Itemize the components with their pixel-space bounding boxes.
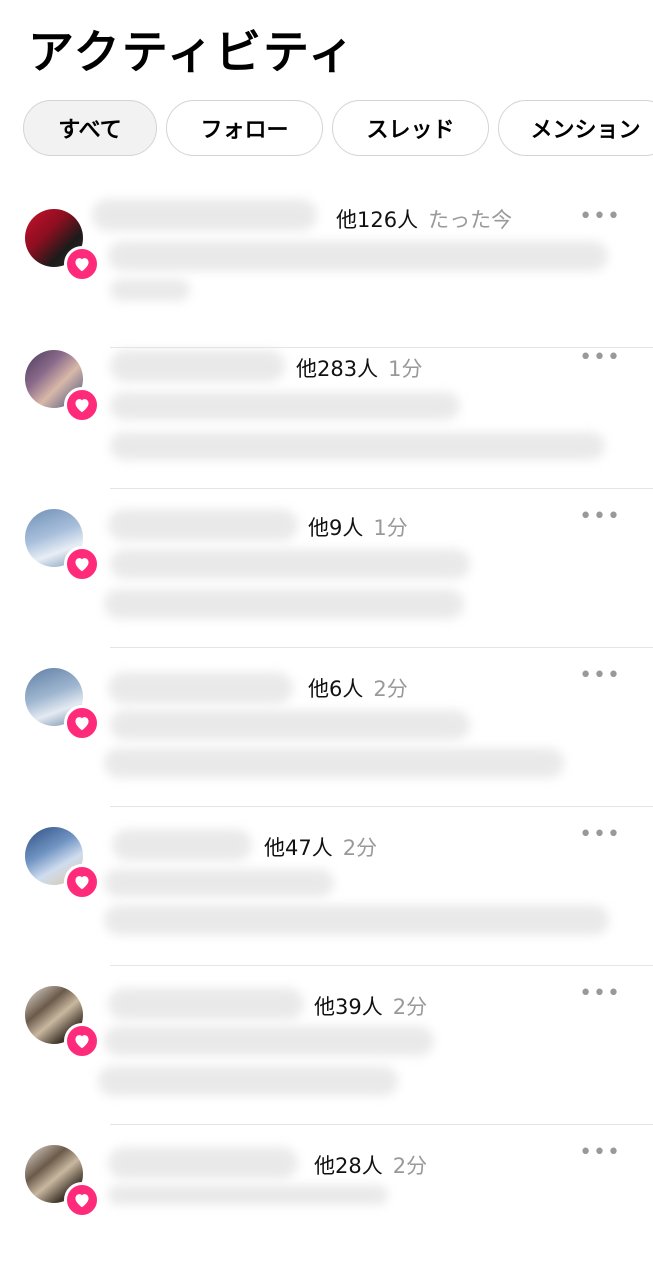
redacted-text xyxy=(110,279,190,301)
page-title: アクティビティ xyxy=(28,25,357,79)
heart-icon xyxy=(75,717,89,731)
others-count: 他283人 xyxy=(296,357,379,381)
tab-threads[interactable]: スレッド xyxy=(332,100,489,156)
others-count: 他9人 xyxy=(308,516,364,540)
timestamp: たった今 xyxy=(428,208,513,232)
redacted-username xyxy=(92,199,317,231)
activity-meta: 他283人 1分 xyxy=(296,352,422,384)
activity-item[interactable]: 他47人 2分 ••• xyxy=(0,807,653,966)
more-options-icon[interactable]: ••• xyxy=(579,665,621,687)
redacted-username xyxy=(108,988,304,1020)
timestamp: 2分 xyxy=(342,836,378,860)
redacted-text xyxy=(104,748,564,778)
more-options-icon[interactable]: ••• xyxy=(579,983,621,1005)
others-count: 他126人 xyxy=(336,208,419,232)
others-count: 他6人 xyxy=(308,677,364,701)
redacted-text xyxy=(104,869,334,897)
activity-meta: 他39人 2分 xyxy=(314,990,427,1022)
redacted-text xyxy=(110,392,460,420)
filter-tabs: すべて フォロー スレッド メンション xyxy=(0,100,653,158)
activity-item[interactable]: 他6人 2分 ••• xyxy=(0,648,653,807)
more-options-icon[interactable]: ••• xyxy=(579,506,621,528)
redacted-username xyxy=(108,509,298,541)
redacted-text xyxy=(98,1066,398,1096)
timestamp: 1分 xyxy=(373,516,408,540)
heart-icon xyxy=(75,399,89,413)
timestamp: 2分 xyxy=(392,995,428,1019)
heart-icon xyxy=(75,876,89,890)
heart-badge xyxy=(64,1023,100,1059)
heart-badge xyxy=(64,705,100,741)
others-count: 他39人 xyxy=(314,995,383,1019)
redacted-username xyxy=(110,350,285,382)
activity-meta: 他28人 2分 xyxy=(314,1149,427,1181)
heart-icon xyxy=(75,558,89,572)
redacted-text xyxy=(110,432,605,460)
redacted-text xyxy=(110,710,470,740)
activity-meta: 他126人 たった今 xyxy=(336,203,512,235)
timestamp: 2分 xyxy=(392,1154,428,1178)
heart-badge xyxy=(64,1182,100,1218)
redacted-text xyxy=(108,1185,388,1205)
heart-badge xyxy=(64,387,100,423)
more-options-icon[interactable]: ••• xyxy=(579,347,621,369)
tab-all[interactable]: すべて xyxy=(23,100,157,156)
redacted-text xyxy=(104,589,464,619)
redacted-username xyxy=(108,1147,298,1179)
redacted-text xyxy=(108,241,608,271)
heart-badge xyxy=(64,546,100,582)
activity-item[interactable]: 他39人 2分 ••• xyxy=(0,966,653,1125)
activity-item[interactable]: 他283人 1分 ••• xyxy=(0,330,653,489)
activity-meta: 他9人 1分 xyxy=(308,511,408,543)
heart-icon xyxy=(75,1194,89,1208)
redacted-username xyxy=(108,672,293,704)
more-options-icon[interactable]: ••• xyxy=(579,824,621,846)
heart-icon xyxy=(75,258,89,272)
redacted-text xyxy=(104,1026,434,1056)
activity-item[interactable]: 他126人 たった今 ••• xyxy=(0,189,653,348)
redacted-text xyxy=(104,905,609,935)
timestamp: 1分 xyxy=(388,357,423,381)
redacted-text xyxy=(110,549,470,579)
tab-mentions[interactable]: メンション xyxy=(498,100,653,156)
heart-badge xyxy=(64,246,100,282)
others-count: 他47人 xyxy=(264,836,333,860)
timestamp: 2分 xyxy=(373,677,408,701)
more-options-icon[interactable]: ••• xyxy=(579,206,621,228)
activity-meta: 他6人 2分 xyxy=(308,672,408,704)
heart-badge xyxy=(64,864,100,900)
tab-following[interactable]: フォロー xyxy=(166,100,323,156)
activity-meta: 他47人 2分 xyxy=(264,831,377,863)
heart-icon xyxy=(75,1035,89,1049)
more-options-icon[interactable]: ••• xyxy=(579,1142,621,1164)
activity-item[interactable]: 他9人 1分 ••• xyxy=(0,489,653,648)
redacted-username xyxy=(112,829,252,861)
activity-item[interactable]: 他28人 2分 ••• xyxy=(0,1125,653,1284)
others-count: 他28人 xyxy=(314,1154,383,1178)
